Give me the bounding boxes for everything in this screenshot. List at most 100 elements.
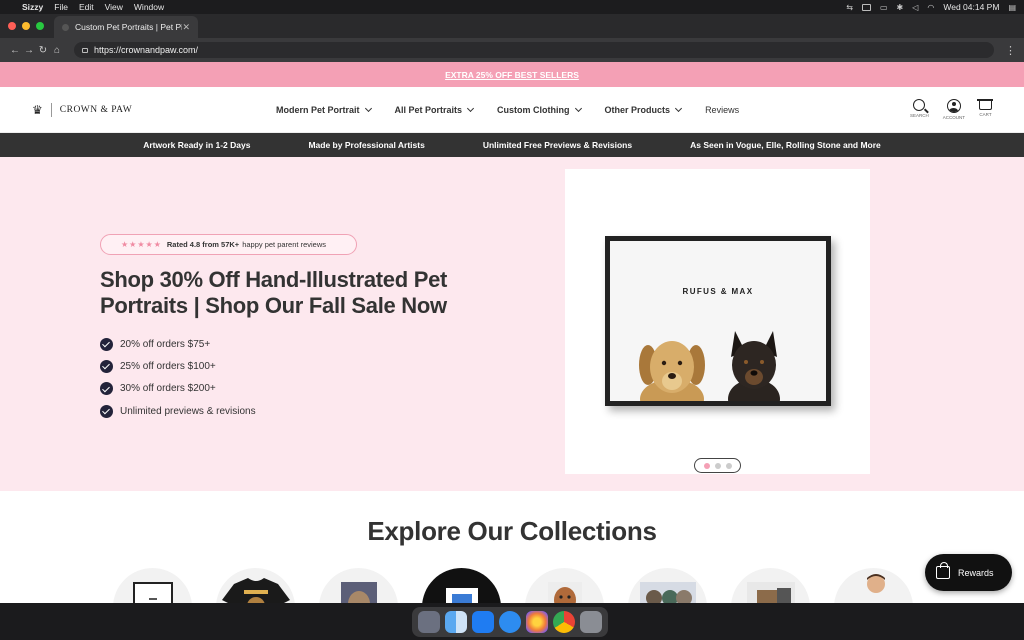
menu-file[interactable]: File — [54, 2, 68, 12]
nav-label: Other Products — [604, 104, 671, 115]
safari-icon[interactable] — [499, 611, 521, 633]
carousel-dot-3[interactable] — [725, 462, 732, 469]
tab-close-icon[interactable]: ✕ — [182, 22, 190, 33]
close-window-button[interactable] — [8, 22, 16, 30]
chevron-down-icon — [467, 104, 475, 112]
nav-label: Modern Pet Portrait — [276, 104, 360, 115]
web-page: EXTRA 25% OFF BEST SELLERS ♛ CROWN & PAW… — [0, 62, 1024, 603]
home-icon[interactable]: ⌂ — [50, 45, 64, 56]
app-store-icon[interactable] — [472, 611, 494, 633]
reload-icon[interactable]: ↻ — [36, 45, 50, 56]
chrome-icon[interactable] — [553, 611, 575, 633]
collection-featured[interactable] — [422, 568, 501, 603]
account-button[interactable]: ACCOUNT — [943, 99, 965, 120]
hero-image-carousel[interactable]: RUFUS & MAX — [565, 169, 870, 474]
header-icons: SEARCH ACCOUNT CART — [910, 99, 993, 120]
nav-modern-pet-portrait[interactable]: Modern Pet Portrait — [276, 104, 372, 115]
featured-collection-thumbnail — [445, 588, 478, 603]
shopping-bag-icon — [936, 562, 950, 579]
perk-item: 25% off orders $100+ — [100, 355, 256, 377]
check-icon — [100, 359, 113, 373]
nav-reviews[interactable]: Reviews — [705, 105, 739, 115]
search-icon — [913, 99, 926, 111]
carousel-dot-1[interactable] — [703, 462, 710, 469]
menubar-clock[interactable]: Wed 04:14 PM — [943, 2, 999, 12]
rewards-button[interactable]: Rewards — [925, 554, 1012, 591]
chevron-down-icon — [574, 104, 582, 112]
minimize-window-button[interactable] — [22, 22, 30, 30]
golden-retriever-illustration — [639, 341, 705, 401]
collection-poster[interactable] — [525, 568, 604, 603]
framed-portrait: RUFUS & MAX — [605, 236, 831, 406]
accessories-thumbnail — [746, 582, 795, 603]
chevron-down-icon — [675, 104, 683, 112]
rating-stars-icon: ★★★★★ — [121, 240, 162, 249]
collection-framed-print[interactable] — [113, 568, 192, 603]
account-label: ACCOUNT — [942, 115, 965, 120]
check-icon — [100, 337, 113, 351]
menu-view[interactable]: View — [105, 2, 123, 12]
portrait-pet-names: RUFUS & MAX — [682, 287, 754, 296]
wifi-icon[interactable]: ◠ — [927, 3, 934, 12]
cart-button[interactable]: CART — [977, 99, 993, 120]
battery-icon[interactable]: ▭ — [880, 3, 888, 12]
logo-text: CROWN & PAW — [59, 104, 133, 115]
status-area: ⇆ ▭ ✱ ◁ ◠ Wed 04:14 PM ▤ — [846, 2, 1016, 12]
cart-label: CART — [979, 112, 992, 117]
nav-custom-clothing[interactable]: Custom Clothing — [497, 104, 582, 115]
custom-tshirt-thumbnail — [221, 578, 290, 603]
perk-item: 20% off orders $75+ — [100, 333, 256, 355]
usp-item: Artwork Ready in 1-2 Days — [143, 140, 251, 150]
control-center-icon[interactable]: ▤ — [1008, 3, 1016, 12]
hero-section: ★★★★★ Rated 4.8 from 57K+ happy pet pare… — [0, 157, 1024, 491]
back-arrow-icon[interactable]: ← — [8, 45, 22, 56]
perk-text: 25% off orders $100+ — [120, 360, 216, 372]
system-preferences-icon[interactable] — [580, 611, 602, 633]
launchpad-icon[interactable] — [418, 611, 440, 633]
promo-banner: EXTRA 25% OFF BEST SELLERS — [0, 62, 1024, 87]
rating-badge: ★★★★★ Rated 4.8 from 57K+ happy pet pare… — [100, 234, 357, 255]
rewards-label: Rewards — [958, 567, 994, 578]
promo-link[interactable]: EXTRA 25% OFF BEST SELLERS — [445, 70, 579, 80]
collection-gifts[interactable] — [834, 568, 913, 603]
forward-arrow-icon[interactable]: → — [22, 45, 36, 56]
collection-canvas[interactable] — [319, 568, 398, 603]
rating-caption: happy pet parent reviews — [242, 240, 326, 249]
search-button[interactable]: SEARCH — [910, 99, 929, 120]
url-field[interactable]: https://crownandpaw.com/ — [74, 42, 994, 58]
menu-window[interactable]: Window — [134, 2, 164, 12]
chevron-down-icon — [364, 104, 372, 112]
site-logo[interactable]: ♛ CROWN & PAW — [32, 102, 262, 117]
main-nav: Modern Pet Portrait All Pet Portraits Cu… — [276, 104, 739, 115]
menu-app-name[interactable]: Sizzy — [22, 2, 43, 12]
nav-label: Reviews — [705, 104, 740, 115]
url-text: https://crownandpaw.com/ — [94, 45, 199, 55]
control-icon[interactable]: ⇆ — [846, 3, 853, 12]
nav-other-products[interactable]: Other Products — [604, 104, 683, 115]
perk-item: 30% off orders $200+ — [100, 378, 256, 400]
nav-all-pet-portraits[interactable]: All Pet Portraits — [395, 104, 475, 115]
logo-divider — [50, 102, 52, 117]
collection-family-portrait[interactable] — [628, 568, 707, 603]
browser-menu-icon[interactable]: ⋮ — [1005, 44, 1016, 57]
carousel-dot-2[interactable] — [714, 462, 721, 469]
perk-text: 30% off orders $200+ — [120, 383, 216, 395]
browser-tab[interactable]: Custom Pet Portraits | Pet Pict ✕ — [54, 16, 198, 38]
site-header: ♛ CROWN & PAW Modern Pet Portrait All Pe… — [0, 87, 1024, 133]
gifts-person-thumbnail — [866, 574, 885, 603]
check-icon — [100, 382, 113, 396]
poster-thumbnail — [547, 582, 582, 603]
zoom-window-button[interactable] — [36, 22, 44, 30]
menu-edit[interactable]: Edit — [79, 2, 94, 12]
collections-row — [113, 568, 913, 603]
browser-address-bar: ← → ↻ ⌂ https://crownandpaw.com/ ⋮ — [0, 38, 1024, 62]
bluetooth-icon[interactable]: ✱ — [897, 3, 904, 12]
volume-icon[interactable]: ◁ — [912, 3, 918, 12]
account-icon — [946, 99, 961, 113]
collection-accessories[interactable] — [731, 568, 810, 603]
finder-icon[interactable] — [445, 611, 467, 633]
calendar-icon[interactable] — [861, 3, 871, 11]
photos-icon[interactable] — [526, 611, 548, 633]
collection-custom-clothing[interactable] — [216, 568, 295, 603]
window-controls — [8, 22, 44, 30]
